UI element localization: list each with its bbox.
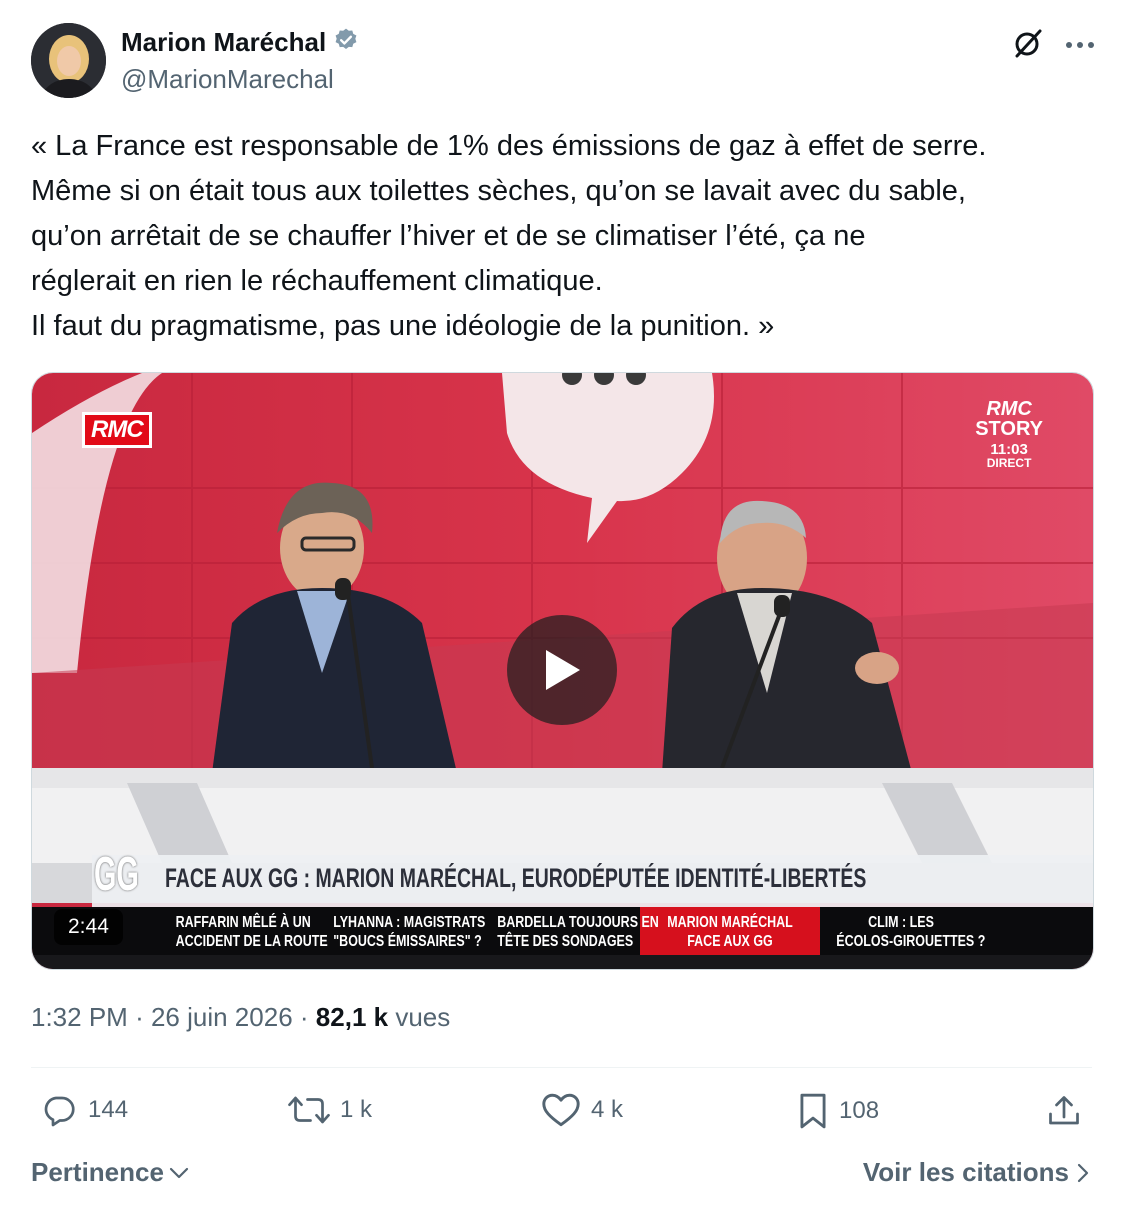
ticker-item-highlight: MARION MARÉCHAL FACE AUX GG: [665, 913, 794, 951]
reply-count: 144: [88, 1096, 129, 1123]
ticker-item: CLIM : LES ÉCOLOS-GIROUETTES ?: [836, 913, 986, 951]
bookmark-button[interactable]: 108: [797, 1092, 879, 1130]
play-button[interactable]: [507, 615, 617, 725]
ticker-line: RAFFARIN MÊLÉ À UN: [175, 914, 311, 931]
share-button[interactable]: [1046, 1092, 1082, 1130]
video-banner: FACE AUX GG : MARION MARÉCHAL, EURODÉPUT…: [165, 863, 867, 893]
like-count: 4 k: [591, 1096, 624, 1123]
ticker-line: CLIM : LES: [868, 914, 934, 931]
views-count: 82,1 k: [315, 1002, 389, 1032]
sort-dropdown[interactable]: Pertinence: [31, 1157, 190, 1188]
chevron-down-icon: [169, 1167, 189, 1178]
ticker-line: ACCIDENT DE LA ROUTE: [175, 933, 328, 950]
sort-label: Pertinence: [31, 1157, 164, 1187]
view-quotes-link[interactable]: Voir les citations: [863, 1157, 1089, 1188]
gg-show-logo: GG: [94, 848, 139, 901]
avatar[interactable]: [31, 23, 106, 98]
views-label: vues: [395, 1002, 451, 1032]
reply-button[interactable]: 144: [40, 1092, 128, 1128]
author-handle[interactable]: @MarionMarechal: [121, 64, 334, 95]
ticker-line: "BOUCS ÉMISSAIRES" ?: [333, 933, 482, 950]
ticker-line: BARDELLA TOUJOURS EN: [497, 914, 659, 931]
story-clock: 11:03: [990, 441, 1028, 458]
tweet-meta: 1:32 PM · 26 juin 2026 · 82,1 k vues: [31, 1002, 450, 1033]
repost-icon: [288, 1096, 330, 1124]
ticker-item: BARDELLA TOUJOURS EN TÊTE DES SONDAGES: [497, 913, 659, 951]
story-logo-line1: RMC: [986, 398, 1032, 420]
rmc-story-logo: RMC STORY 11:03 DIRECT: [975, 399, 1043, 469]
heart-icon: [542, 1093, 580, 1127]
quotes-label: Voir les citations: [862, 1157, 1069, 1187]
meta-separator: ·: [299, 1002, 309, 1032]
ticker-line: ÉCOLOS-GIROUETTES ?: [836, 933, 986, 950]
chevron-right-icon: [1077, 1163, 1089, 1182]
play-icon: [546, 650, 580, 690]
video-player[interactable]: RMC RMC STORY 11:03 DIRECT GG FACE AUX G…: [31, 372, 1094, 970]
author-name[interactable]: Marion Maréchal: [121, 27, 326, 58]
rmc-logo: RMC: [82, 412, 152, 448]
tweet-time[interactable]: 1:32 PM: [31, 1002, 128, 1032]
verified-badge-icon: [333, 27, 359, 58]
repost-button[interactable]: 1 k: [288, 1092, 372, 1128]
story-live: DIRECT: [986, 456, 1032, 470]
bookmark-icon: [800, 1093, 826, 1129]
ticker-line: MARION MARÉCHAL: [667, 914, 793, 931]
meta-separator: ·: [135, 1002, 144, 1032]
tweet-date[interactable]: 26 juin 2026: [151, 1002, 293, 1032]
more-options-icon[interactable]: [1065, 37, 1095, 55]
like-button[interactable]: 4 k: [541, 1092, 623, 1128]
story-logo-line2: STORY: [975, 418, 1043, 440]
tweet-top-actions: [1011, 26, 1095, 65]
author-name-row[interactable]: Marion Maréchal: [121, 27, 359, 58]
ticker-line: FACE AUX GG: [687, 933, 773, 950]
divider: [31, 1067, 1092, 1068]
ticker-line: LYHANNA : MAGISTRATS: [333, 914, 486, 931]
ticker-item: LYHANNA : MAGISTRATS "BOUCS ÉMISSAIRES" …: [333, 913, 486, 951]
repost-count: 1 k: [340, 1096, 373, 1123]
reply-icon: [44, 1096, 75, 1127]
bookmark-count: 108: [839, 1097, 880, 1124]
tweet-text: « La France est responsable de 1% des ém…: [31, 130, 987, 342]
share-icon: [1049, 1096, 1079, 1125]
ticker-line: TÊTE DES SONDAGES: [497, 933, 634, 950]
grok-icon[interactable]: [1011, 26, 1045, 65]
video-duration: 2:44: [54, 909, 123, 945]
avatar-image: [31, 23, 106, 98]
ticker-item: RAFFARIN MÊLÉ À UN ACCIDENT DE LA ROUTE: [175, 913, 328, 951]
